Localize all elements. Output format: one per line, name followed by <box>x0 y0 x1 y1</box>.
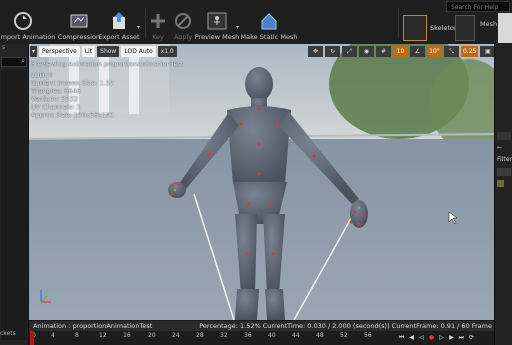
mesh-icon <box>455 15 475 41</box>
left-panel-tab[interactable]: s <box>0 44 28 54</box>
play-icon[interactable]: ▷ <box>438 334 445 341</box>
mode-mesh-label: Mesh <box>480 20 498 28</box>
rotation-snap-value[interactable]: 10° <box>427 46 442 57</box>
scale-icon[interactable]: ⤢ <box>342 46 357 57</box>
lod-info: LOD: 0 <box>31 71 53 79</box>
apply-icon <box>175 13 191 29</box>
right-panel-field[interactable] <box>497 168 511 176</box>
rotation-snap-icon[interactable]: ∠ <box>410 46 425 57</box>
scale-snap-icon[interactable]: ⤡ <box>444 46 459 57</box>
reimport-icon <box>14 12 32 30</box>
timeline-tick: 44 <box>292 332 300 339</box>
screen-size-info: Current Screen Size: 1.57 <box>31 79 114 87</box>
apply-button[interactable]: Apply <box>172 0 194 44</box>
timeline-tick: 20 <box>148 332 156 339</box>
skip-start-icon[interactable]: ⏮ <box>398 334 405 341</box>
timeline-playhead[interactable] <box>30 331 34 345</box>
right-panel-tab[interactable] <box>497 132 511 140</box>
key-button[interactable]: Key <box>147 0 169 44</box>
mode-next-thumbnail[interactable] <box>498 13 512 43</box>
perspective-button[interactable]: Perspective <box>39 46 80 57</box>
timeline-tick: 28 <box>196 332 204 339</box>
compression-icon <box>70 14 88 28</box>
timeline-tick: 32 <box>220 332 228 339</box>
skip-end-icon[interactable]: ⏭ <box>458 334 465 341</box>
scale-snap-value[interactable]: 0.25 <box>461 46 479 57</box>
timeline-tick: 8 <box>75 332 79 339</box>
approx-size-info: Approx Size: 150x56x191 <box>31 111 115 119</box>
mode-skeleton[interactable]: Skeleton <box>403 13 458 43</box>
triangles-info: Triangles: 6646 <box>31 87 81 95</box>
preview-mesh-button[interactable]: Preview Mesh <box>195 0 239 44</box>
timeline-tick: 56 <box>364 332 372 339</box>
viewport-options-button[interactable]: ▾ <box>30 46 38 57</box>
filter-label: Filter <box>497 156 512 163</box>
export-asset-button[interactable]: Export Asset <box>98 0 140 44</box>
left-search-input[interactable]: ⌕ <box>1 57 27 67</box>
timeline-tick: 24 <box>172 332 180 339</box>
make-static-mesh-button[interactable]: Make Static Mesh <box>241 0 297 44</box>
rotate-icon[interactable]: ↻ <box>325 46 340 57</box>
timeline-tick: 12 <box>99 332 107 339</box>
left-panel-sockets-label: ckets <box>0 330 16 337</box>
timeline-tick: 36 <box>244 332 252 339</box>
uv-channels-info: UV Channels: 1 <box>31 103 81 111</box>
preview-mesh-dropdown-arrow[interactable]: ▾ <box>236 24 239 31</box>
right-panel: ← Filter <box>494 44 512 345</box>
key-plus-icon <box>151 14 165 28</box>
main-toolbar: Reimport Animation Compression Export As… <box>0 0 512 45</box>
preview-title: Previewing Animation proportionAnimation… <box>31 60 184 68</box>
timeline-tick: 40 <box>268 332 276 339</box>
skeleton-icon <box>403 15 427 41</box>
viewport-info-overlay: Previewing Animation proportionAnimation… <box>31 60 183 119</box>
animation-name: Animation : proportionAnimationTest <box>33 322 153 330</box>
left-panel: s ⌕ ckets <box>0 44 29 345</box>
right-panel-checkbox[interactable] <box>497 180 504 187</box>
skeleton-tree-list[interactable] <box>1 70 27 340</box>
record-icon[interactable]: ● <box>428 334 435 341</box>
grid-snap-value[interactable]: 10 <box>393 46 408 57</box>
right-panel-collapse-arrow[interactable]: ← <box>497 144 502 151</box>
vertices-info: Vertices: 3532 <box>31 95 78 103</box>
timeline-tick: 4 <box>51 332 55 339</box>
search-help-input[interactable]: Search For Help <box>446 1 510 12</box>
grid-snap-icon[interactable]: # <box>376 46 391 57</box>
world-icon[interactable]: ◉ <box>359 46 374 57</box>
timeline-tick: 52 <box>340 332 348 339</box>
translate-icon[interactable]: ✥ <box>308 46 323 57</box>
playback-status: Percentage: 1.52% CurrentTime: 0.030 / 2… <box>199 322 492 330</box>
playback-controls: ⏮ ◀ ◁ ● ▷ ▶ ⏭ ⟳ <box>398 334 475 341</box>
lod-button[interactable]: LOD Auto <box>121 46 156 57</box>
show-button[interactable]: Show <box>97 46 120 57</box>
lit-button[interactable]: Lit <box>81 46 96 57</box>
animation-status-bar: Animation : proportionAnimationTest Perc… <box>29 321 494 331</box>
next-frame-icon[interactable]: ▶ <box>448 334 455 341</box>
loop-icon[interactable]: ⟳ <box>468 334 475 341</box>
prev-frame-icon[interactable]: ◀ <box>408 334 415 341</box>
timeline-tick: 16 <box>123 332 131 339</box>
preview-mesh-icon <box>207 12 227 30</box>
compression-button[interactable]: Compression <box>58 0 100 44</box>
viewport-toolbar: ▾ Perspective Lit Show LOD Auto x1.0 <box>30 46 177 58</box>
export-icon <box>113 12 125 29</box>
search-icon: ⌕ <box>21 57 25 65</box>
reimport-animation-button[interactable]: Reimport Animation <box>0 0 55 44</box>
play-reverse-icon[interactable]: ◁ <box>418 334 425 341</box>
viewport-transform-toolbar: ✥ ↻ ⤢ ◉ # 10 ∠ 10° ⤡ 0.25 ▣ 4 <box>308 46 512 58</box>
timeline-tick: 48 <box>316 332 324 339</box>
static-mesh-icon <box>261 13 277 30</box>
mode-mesh[interactable] <box>455 13 475 43</box>
export-dropdown-arrow[interactable]: ▾ <box>137 24 140 31</box>
playback-speed-button[interactable]: x1.0 <box>157 46 177 57</box>
